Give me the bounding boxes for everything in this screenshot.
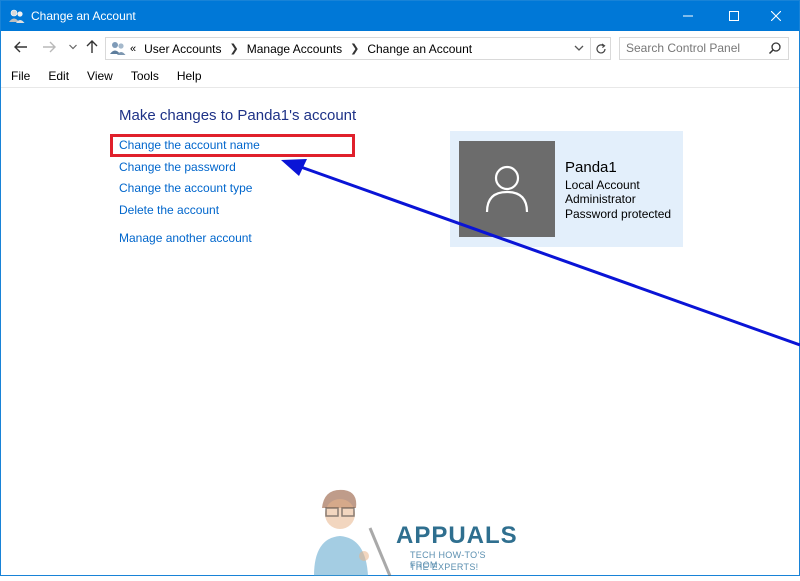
user-accounts-icon — [9, 9, 25, 23]
watermark-brand: APPUALS — [396, 522, 518, 549]
change-account-type-link[interactable]: Change the account type — [119, 181, 252, 195]
breadcrumb-separator-icon[interactable]: ❯ — [350, 42, 359, 55]
watermark-tagline-2: THE EXPERTS! — [410, 562, 479, 572]
maximize-button[interactable] — [711, 1, 757, 31]
recent-locations-button[interactable] — [63, 37, 83, 57]
avatar — [459, 141, 555, 237]
watermark: APPUALS TECH HOW-TO'S FROM THE EXPERTS! — [300, 478, 517, 577]
account-role: Administrator — [565, 192, 636, 206]
breadcrumb: « User Accounts ❯ Manage Accounts ❯ Chan… — [130, 38, 472, 59]
mascot-icon — [314, 489, 392, 577]
delete-account-link[interactable]: Delete the account — [119, 203, 219, 217]
close-button[interactable] — [753, 1, 799, 31]
account-security: Password protected — [565, 207, 672, 221]
change-password-link[interactable]: Change the password — [119, 160, 236, 174]
chevron-down-icon — [69, 44, 77, 50]
menu-edit[interactable]: Edit — [38, 69, 77, 83]
manage-another-account-link[interactable]: Manage another account — [119, 231, 252, 245]
search-box[interactable] — [619, 37, 789, 60]
up-arrow-icon — [86, 40, 98, 53]
account-name: Panda1 — [565, 159, 617, 176]
search-input[interactable] — [626, 40, 762, 56]
page-title: Make changes to Panda1's account — [119, 107, 357, 124]
title-bar: Change an Account — [1, 1, 799, 31]
menu-file[interactable]: File — [1, 69, 38, 83]
menu-bar: File Edit View Tools Help — [1, 65, 799, 88]
refresh-icon — [596, 43, 606, 53]
account-type: Local Account — [565, 178, 640, 192]
breadcrumb-user-accounts[interactable]: User Accounts — [144, 42, 221, 56]
up-button[interactable] — [82, 37, 102, 57]
maximize-icon — [729, 11, 739, 21]
menu-tools[interactable]: Tools — [121, 69, 167, 83]
refresh-button[interactable] — [590, 38, 611, 59]
navigation-bar: « User Accounts ❯ Manage Accounts ❯ Chan… — [1, 31, 799, 65]
user-accounts-icon — [110, 42, 126, 55]
forward-button[interactable] — [39, 37, 59, 57]
close-icon — [771, 11, 781, 21]
menu-help[interactable]: Help — [167, 69, 210, 83]
window-title: Change an Account — [31, 9, 136, 23]
back-button[interactable] — [11, 37, 31, 57]
menu-view[interactable]: View — [77, 69, 121, 83]
minimize-icon — [683, 15, 693, 17]
account-card: Panda1 Local Account Administrator Passw… — [450, 131, 683, 247]
address-dropdown-icon[interactable] — [572, 41, 586, 55]
forward-arrow-icon — [43, 41, 56, 53]
highlight-annotation — [110, 134, 355, 157]
address-bar[interactable]: « User Accounts ❯ Manage Accounts ❯ Chan… — [105, 37, 611, 60]
breadcrumb-manage-accounts[interactable]: Manage Accounts — [247, 42, 342, 56]
breadcrumb-separator-icon[interactable]: ❯ — [230, 42, 239, 55]
search-icon[interactable] — [768, 41, 782, 55]
breadcrumb-change-account[interactable]: Change an Account — [367, 42, 472, 56]
breadcrumb-overflow[interactable]: « — [130, 43, 136, 55]
user-icon — [485, 165, 529, 213]
minimize-button[interactable] — [665, 1, 711, 31]
back-arrow-icon — [14, 41, 27, 53]
